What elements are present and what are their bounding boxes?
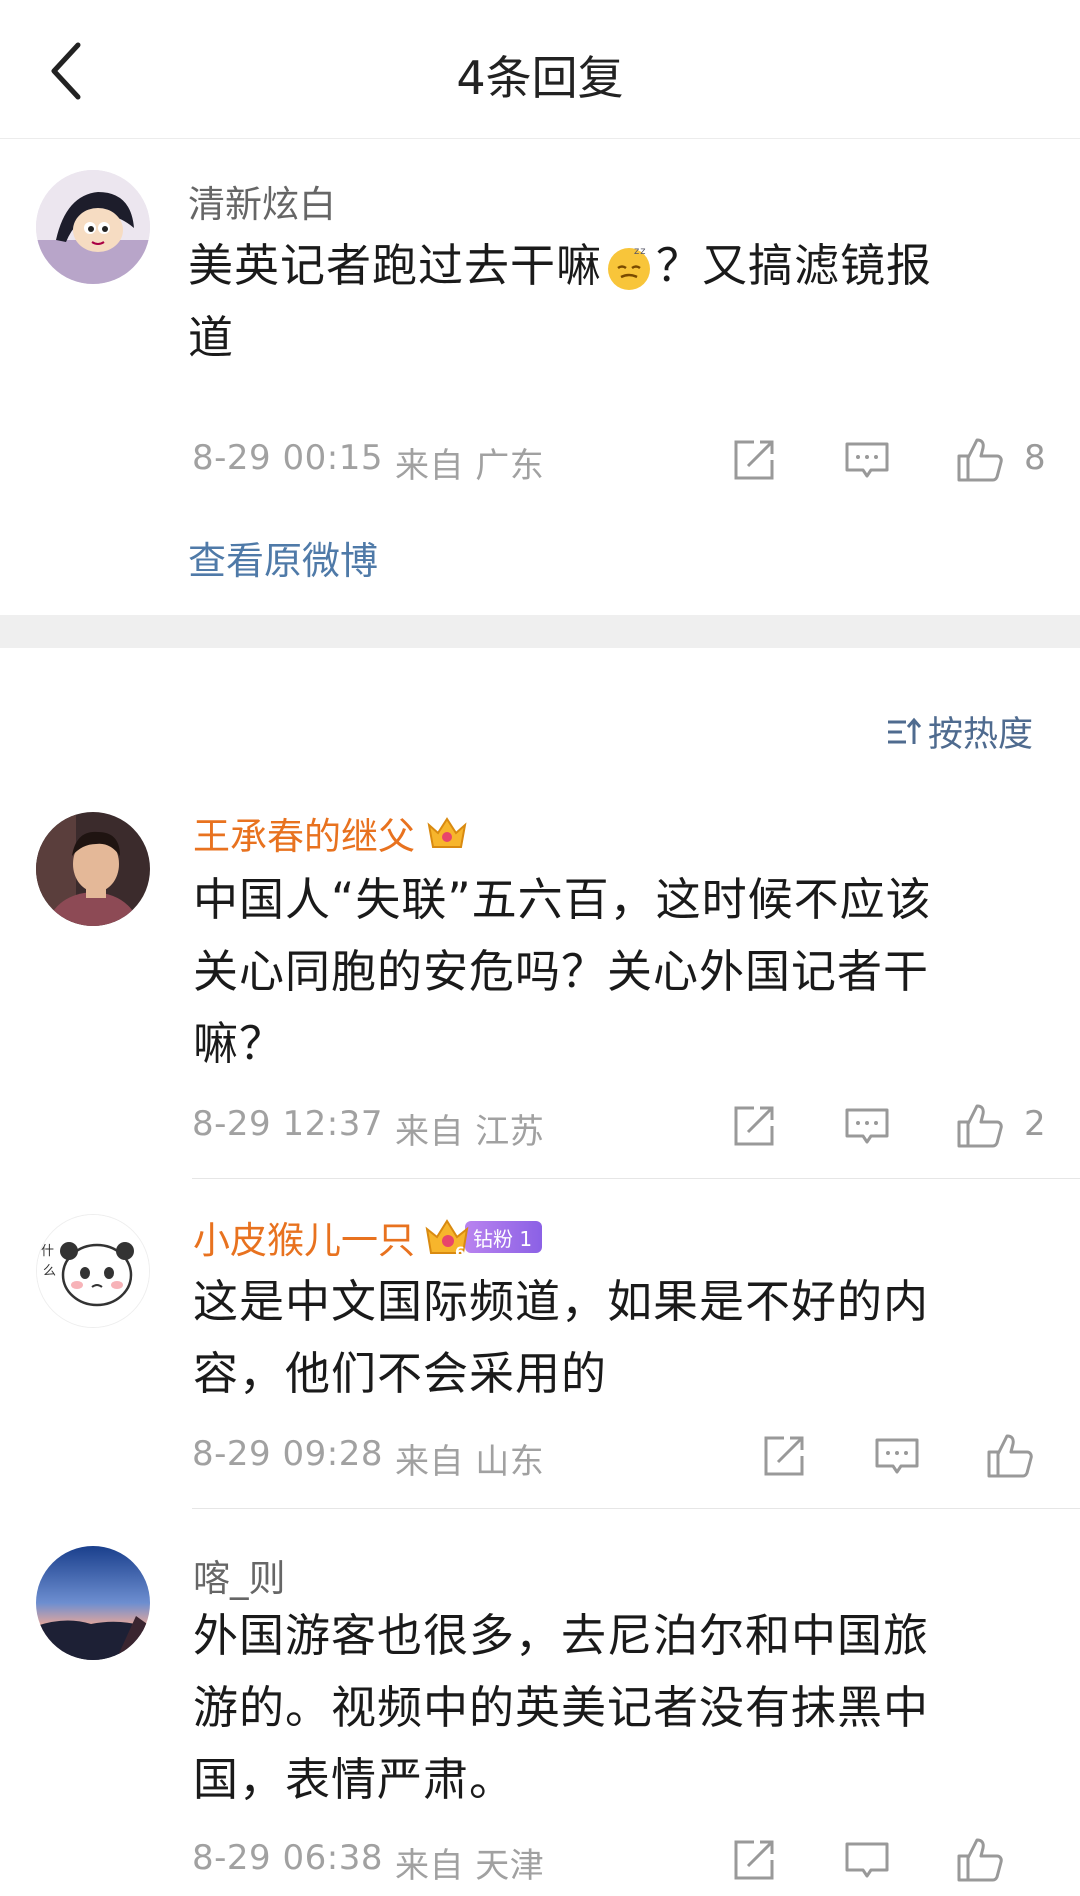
reply-text: 这是中文国际频道，如果是不好的内 容，他们不会采用的: [193, 1266, 1073, 1410]
divider: [192, 1508, 1080, 1509]
reply-text-line-3: 国，表情严肃。: [193, 1753, 516, 1806]
crown-badge-icon: [425, 811, 469, 855]
crown-badge-icon: 6: [423, 1213, 473, 1261]
reply-text-line-1: 中国人“失联”五六百，这时候不应该: [193, 873, 932, 926]
svg-text:6: 6: [455, 1245, 465, 1261]
sort-icon: [888, 717, 922, 744]
reply-icon[interactable]: [873, 1432, 921, 1480]
reply-text-line-2: 容，他们不会采用的: [193, 1347, 608, 1400]
share-icon[interactable]: [760, 1432, 808, 1480]
reply-username[interactable]: 喀_则: [193, 1548, 286, 1602]
reply-icon[interactable]: [843, 1836, 891, 1884]
avatar[interactable]: [36, 812, 150, 926]
comment-location: 来自 广东: [395, 446, 545, 486]
reply-text-line-2: 游的。视频中的英美记者没有抹黑中: [193, 1681, 930, 1734]
reply-date: 8-29 09:28: [192, 1434, 383, 1474]
reply-text-line-1: 这是中文国际频道，如果是不好的内: [193, 1275, 930, 1328]
comment-text-line-2: 道: [188, 311, 235, 364]
sort-toggle[interactable]: 按热度: [886, 706, 1033, 757]
like-icon[interactable]: [955, 1834, 1005, 1884]
avatar[interactable]: [36, 170, 150, 284]
comment-date: 8-29 00:15: [192, 438, 383, 478]
divider: [192, 1178, 1080, 1179]
share-icon[interactable]: [730, 1836, 778, 1884]
fan-level-badge: 钻粉 1: [465, 1221, 543, 1253]
avatar[interactable]: 什 么: [36, 1214, 150, 1328]
like-icon[interactable]: [955, 434, 1005, 484]
view-original-post-link[interactable]: 查看原微博: [188, 530, 378, 585]
comment-username[interactable]: 清新炫白: [188, 174, 336, 228]
comment-text-line-1-tail: ？又搞滤镜报: [656, 239, 933, 292]
comment-text: 美英记者跑过去干嘛 zz ？又搞滤镜报 道: [188, 230, 1048, 374]
top-bar: 4条回复: [0, 0, 1080, 139]
svg-text:zz: zz: [634, 246, 647, 257]
reply-date: 8-29 12:37: [192, 1104, 383, 1144]
share-icon[interactable]: [730, 1102, 778, 1150]
avatar[interactable]: [36, 1546, 150, 1660]
reply-username[interactable]: 王承春的继父: [193, 806, 415, 860]
sleepy-emoji-icon: zz: [604, 241, 654, 291]
reply-text-line-3: 嘛？: [193, 1017, 286, 1070]
reply-text-line-2: 关心同胞的安危吗？关心外国记者干: [193, 945, 930, 998]
reply-text: 中国人“失联”五六百，这时候不应该 关心同胞的安危吗？关心外国记者干 嘛？: [193, 864, 1073, 1080]
sort-label: 按热度: [928, 715, 1034, 755]
like-count: 8: [1024, 438, 1046, 478]
section-divider: [0, 615, 1080, 648]
reply-text: 外国游客也很多，去尼泊尔和中国旅 游的。视频中的英美记者没有抹黑中 国，表情严肃…: [193, 1600, 1073, 1816]
page-title: 4条回复: [456, 51, 624, 105]
like-count: 2: [1024, 1104, 1046, 1144]
reply-icon[interactable]: [843, 436, 891, 484]
reply-location: 来自 山东: [395, 1442, 545, 1482]
reply-text-line-1: 外国游客也很多，去尼泊尔和中国旅: [193, 1609, 930, 1662]
like-icon[interactable]: [955, 1100, 1005, 1150]
svg-text:什: 什: [41, 1244, 54, 1259]
svg-text:么: 么: [43, 1264, 56, 1279]
like-icon[interactable]: [985, 1430, 1035, 1480]
reply-username[interactable]: 小皮猴儿一只: [193, 1210, 415, 1264]
reply-icon[interactable]: [843, 1102, 891, 1150]
share-icon[interactable]: [730, 436, 778, 484]
reply-date: 8-29 06:38: [192, 1838, 383, 1878]
reply-location: 来自 江苏: [395, 1112, 545, 1152]
comment-text-line-1: 美英记者跑过去干嘛: [188, 239, 603, 292]
reply-location: 来自 天津: [395, 1846, 545, 1886]
